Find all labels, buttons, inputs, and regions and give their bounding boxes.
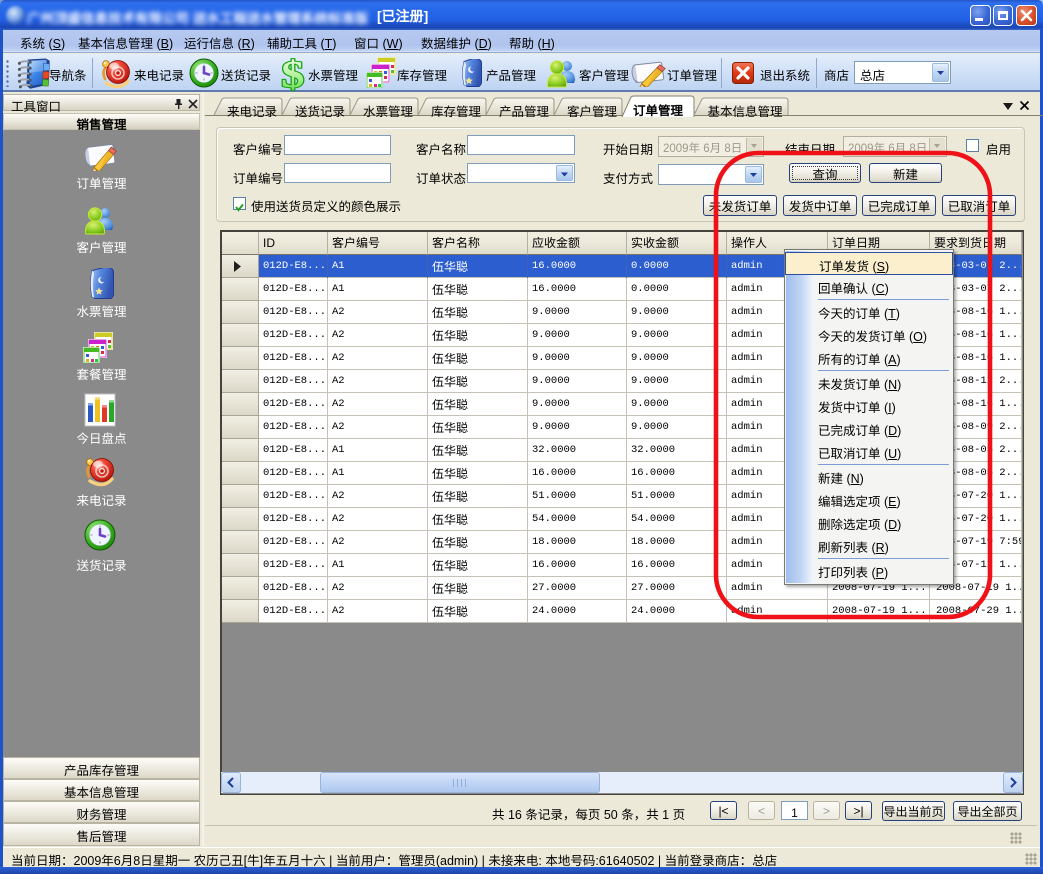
svg-text:$: $	[281, 57, 304, 93]
